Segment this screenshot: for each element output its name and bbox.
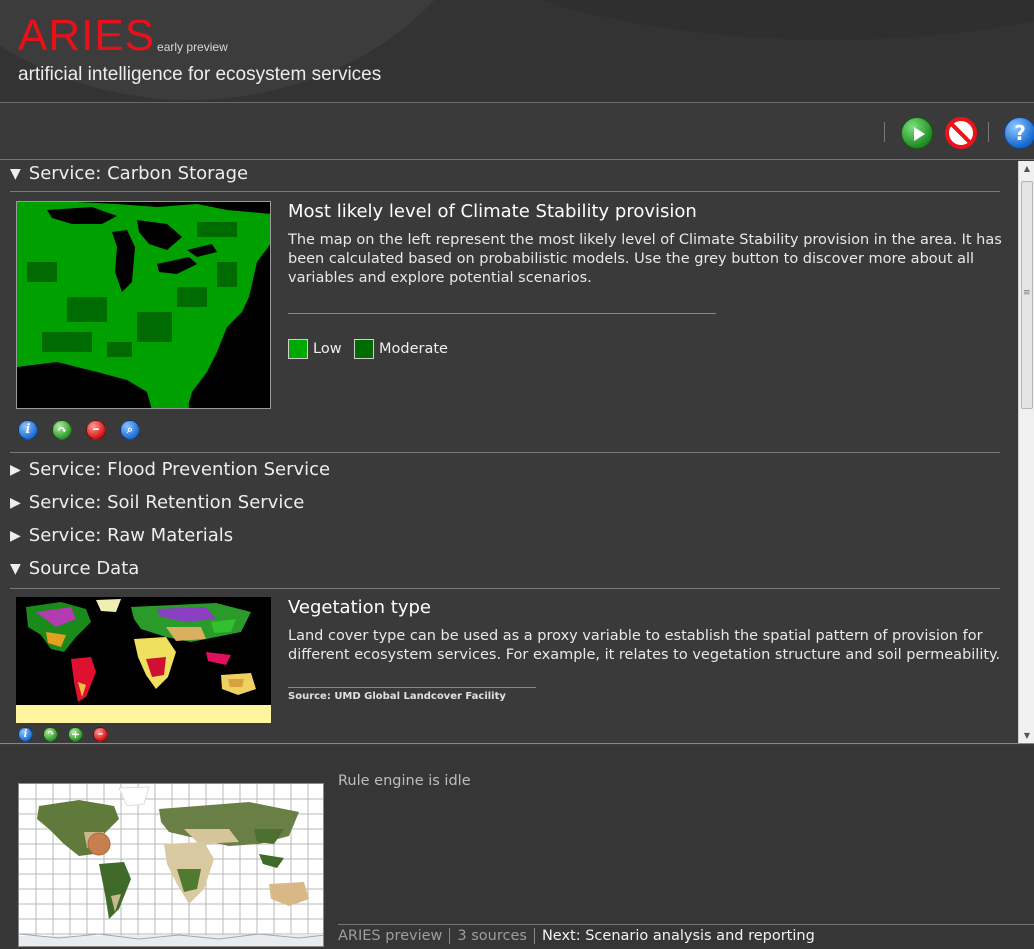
zoom-icon[interactable]: ⌕ [120,420,140,440]
section-label: Service: Flood Prevention Service [28,459,331,480]
remove-icon[interactable]: – [93,727,108,742]
section-label: Service: Carbon Storage [28,163,249,184]
add-icon[interactable]: + [68,727,83,742]
section-label: Service: Raw Materials [28,525,234,546]
divider [10,191,1000,192]
status-footer: ARIES preview 3 sources Next: Scenario ana… [338,928,815,944]
services-panel: ▼ Service: Carbon Storage Most likely le… [0,161,1034,744]
info-icon[interactable]: i [18,420,38,440]
app-header: ARIES early preview artificial intelligen… [0,0,1034,103]
carbon-storage-map[interactable] [16,201,271,409]
legend-label-moderate: Moderate [379,341,448,357]
collapsed-triangle-icon: ▶ [10,495,21,511]
info-icon[interactable]: i [18,727,33,742]
rule-engine-status: Rule engine is idle [338,773,471,789]
section-flood-prevention[interactable]: ▶ Service: Flood Prevention Service [10,458,330,482]
collapsed-triangle-icon: ▶ [10,528,21,544]
scroll-down-icon[interactable]: ▼ [1019,728,1034,743]
carbon-card-title: Most likely level of Climate Stability p… [288,201,697,222]
remove-icon[interactable]: – [86,420,106,440]
expanded-triangle-icon: ▼ [10,166,21,182]
next-step-link[interactable]: Next: Scenario analysis and reporting [542,928,815,944]
section-label: Source Data [28,558,140,579]
brand: ARIES early preview [18,14,228,58]
carbon-card-description: The map on the left represent the most l… [288,232,1002,286]
share-icon[interactable]: ↷ [52,420,72,440]
collapsed-triangle-icon: ▶ [10,462,21,478]
card-rule [288,687,536,688]
footer-separator [449,928,451,944]
toolbar-separator [884,122,885,142]
stop-icon[interactable] [945,117,977,149]
share-icon[interactable]: ↷ [43,727,58,742]
vegetation-card-description: Land cover type can be used as a proxy v… [288,628,1001,663]
toolbar-separator [988,122,989,142]
vegetation-source: Source: UMD Global Landcover Facility [288,691,506,702]
world-overview-map[interactable] [18,783,324,947]
carbon-map-image [17,202,270,408]
vegetation-type-map[interactable] [16,597,271,723]
section-raw-materials[interactable]: ▶ Service: Raw Materials [10,524,233,548]
vegetation-map-image [16,597,271,723]
legend-swatch-moderate [354,339,374,359]
help-icon[interactable]: ? [1004,117,1034,149]
section-soil-retention[interactable]: ▶ Service: Soil Retention Service [10,491,304,515]
vegetation-card-title: Vegetation type [288,597,431,618]
card-rule [288,313,716,314]
tagline: artificial intelligence for ecosystem se… [18,64,382,85]
legend-swatch-low [288,339,308,359]
expanded-triangle-icon: ▼ [10,561,21,577]
panel-scrollbar[interactable]: ▲ ▼ [1018,161,1034,743]
scroll-up-icon[interactable]: ▲ [1019,161,1034,177]
toolbar: ? [0,104,1034,160]
legend-label-low: Low [313,341,342,357]
brand-subtitle: early preview [157,40,228,54]
header-decoration-2 [380,0,1034,40]
bottom-area: Rule engine is idle ARIES preview 3 sourc… [0,745,1034,949]
brand-logo: ARIES [18,11,156,60]
footer-sources-count[interactable]: 3 sources [457,928,527,944]
footer-rule [338,924,1034,925]
divider [10,452,1000,453]
world-map-image [19,784,323,946]
scrollbar-thumb[interactable] [1021,181,1033,409]
play-icon[interactable] [901,117,933,149]
section-label: Service: Soil Retention Service [28,492,305,513]
section-source-data[interactable]: ▼ Source Data [10,557,139,581]
divider [10,588,1000,589]
footer-app-label: ARIES preview [338,928,443,944]
footer-separator [533,928,535,944]
section-carbon-storage[interactable]: ▼ Service: Carbon Storage [10,162,248,186]
